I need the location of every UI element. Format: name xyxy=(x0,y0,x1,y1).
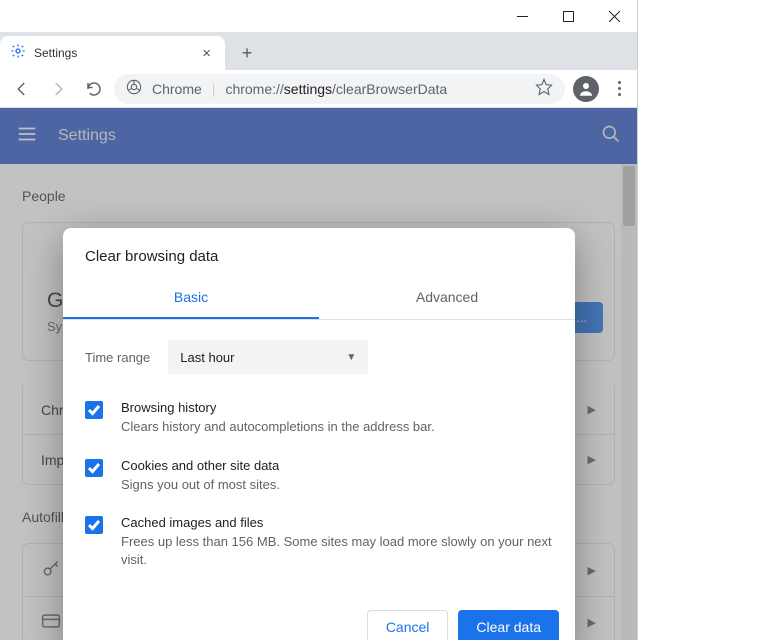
option-desc: Signs you out of most sites. xyxy=(121,476,280,494)
maximize-button[interactable] xyxy=(545,0,591,32)
option-cookies: Cookies and other site data Signs you ou… xyxy=(85,458,553,494)
back-button[interactable] xyxy=(6,73,38,105)
browser-window: Settings × + Chrome | chrome://settings/… xyxy=(0,0,638,640)
tab-advanced[interactable]: Advanced xyxy=(319,279,575,319)
menu-button[interactable] xyxy=(607,81,631,96)
close-window-button[interactable] xyxy=(591,0,637,32)
gear-icon xyxy=(10,43,26,64)
dialog-body: Time range Last hour ▼ Browsing history … xyxy=(63,320,575,598)
time-range-value: Last hour xyxy=(180,350,234,365)
tab-strip: Settings × + xyxy=(0,32,637,70)
page-viewport: Settings People Get Started Sync ... Chr… xyxy=(0,108,637,640)
omnibox-url: chrome://settings/clearBrowserData xyxy=(225,81,525,97)
profile-avatar[interactable] xyxy=(573,76,599,102)
option-desc: Frees up less than 156 MB. Some sites ma… xyxy=(121,533,553,568)
cancel-button[interactable]: Cancel xyxy=(367,610,449,640)
browser-tab[interactable]: Settings × xyxy=(0,36,225,70)
window-controls xyxy=(0,0,637,32)
close-tab-icon[interactable]: × xyxy=(198,45,215,62)
dialog-title: Clear browsing data xyxy=(63,228,575,279)
option-title: Cookies and other site data xyxy=(121,458,280,473)
option-browsing-history: Browsing history Clears history and auto… xyxy=(85,400,553,436)
omnibox[interactable]: Chrome | chrome://settings/clearBrowserD… xyxy=(114,74,565,104)
reload-button[interactable] xyxy=(78,73,110,105)
tab-basic[interactable]: Basic xyxy=(63,279,319,319)
clear-browsing-data-dialog: Clear browsing data Basic Advanced Time … xyxy=(63,228,575,640)
time-range-select[interactable]: Last hour ▼ xyxy=(168,340,368,374)
chevron-down-icon: ▼ xyxy=(346,352,356,363)
chrome-icon xyxy=(126,79,142,98)
checkbox-browsing-history[interactable] xyxy=(85,401,103,419)
dialog-tabs: Basic Advanced xyxy=(63,279,575,320)
checkbox-cookies[interactable] xyxy=(85,459,103,477)
toolbar: Chrome | chrome://settings/clearBrowserD… xyxy=(0,70,637,108)
forward-button[interactable] xyxy=(42,73,74,105)
time-range-row: Time range Last hour ▼ xyxy=(85,340,553,374)
option-title: Cached images and files xyxy=(121,515,553,530)
omnibox-label: Chrome xyxy=(152,81,202,97)
dialog-actions: Cancel Clear data xyxy=(63,598,575,640)
tab-title: Settings xyxy=(34,46,190,60)
checkbox-cache[interactable] xyxy=(85,516,103,534)
minimize-button[interactable] xyxy=(499,0,545,32)
option-cache: Cached images and files Frees up less th… xyxy=(85,515,553,568)
clear-data-button[interactable]: Clear data xyxy=(458,610,559,640)
option-title: Browsing history xyxy=(121,400,435,415)
option-desc: Clears history and autocompletions in th… xyxy=(121,418,435,436)
new-tab-button[interactable]: + xyxy=(233,39,261,67)
time-range-label: Time range xyxy=(85,350,150,365)
star-icon[interactable] xyxy=(535,78,553,99)
